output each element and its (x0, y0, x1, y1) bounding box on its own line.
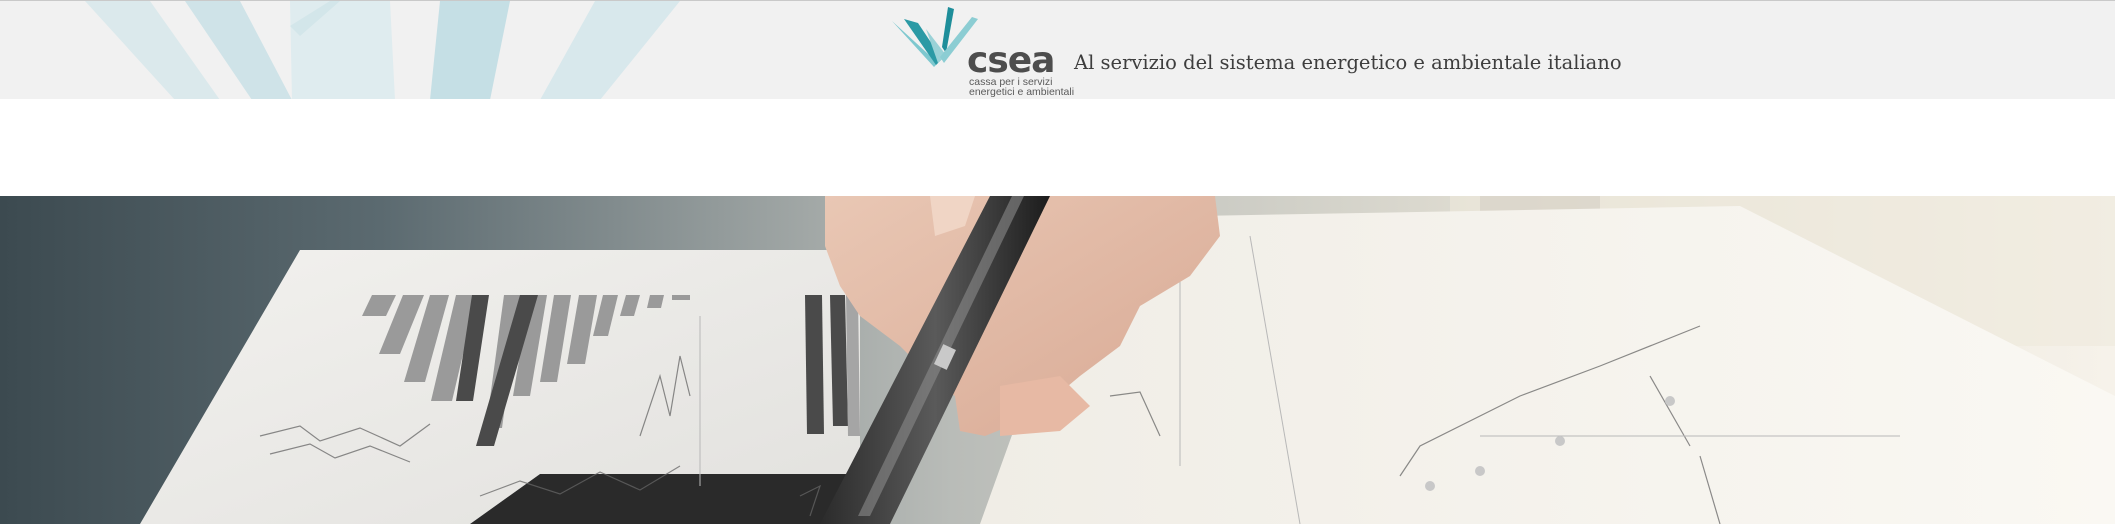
site-header: csea cassa per i servizi energetici e am… (0, 0, 2115, 99)
page: csea cassa per i servizi energetici e am… (0, 0, 2115, 524)
site-tagline: Al servizio del sistema energetico e amb… (1074, 51, 1622, 74)
logo-wordmark: csea (967, 40, 1055, 81)
logo-subtitle-line2: energetici e ambientali (969, 86, 1075, 98)
hand-with-pen-over-charts-image (0, 196, 2115, 524)
hero-banner (0, 196, 2115, 524)
csea-logo-link[interactable]: csea cassa per i servizi energetici e am… (892, 7, 1075, 98)
header-decorative-rays (85, 1, 680, 99)
navigation-bar (0, 99, 2115, 196)
